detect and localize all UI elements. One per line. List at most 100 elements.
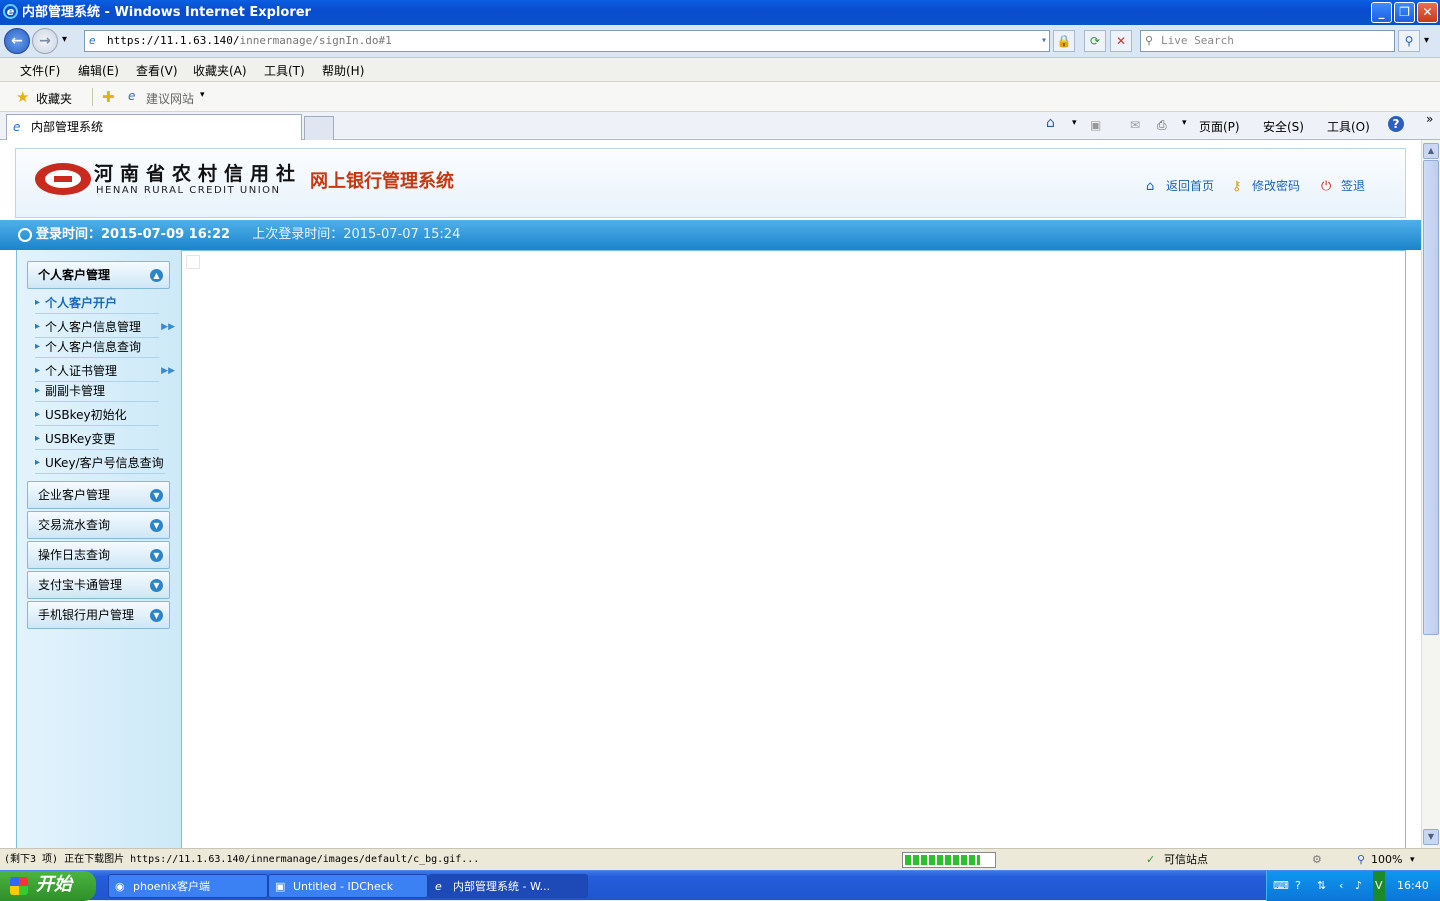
broken-image-icon	[186, 255, 200, 269]
address-dropdown-icon[interactable]: ▾	[1041, 31, 1047, 51]
logout-link[interactable]: ⏻ 签退	[1321, 177, 1365, 194]
taskbar: 开始 ◉ phoenix客户端 ▣ Untitled - IDCheck e 内部管理…	[0, 870, 1440, 901]
download-progress	[902, 852, 996, 868]
tab-active[interactable]: e 内部管理系统	[6, 114, 302, 140]
task-ie[interactable]: e 内部管理系统 - W...	[428, 874, 588, 898]
protected-mode-icon[interactable]: ⚙	[1312, 849, 1322, 871]
menu-favorites[interactable]: 收藏夹(A)	[193, 62, 247, 79]
address-toolbar: ← → ▾ e https://11.1.63.140/innermanage/…	[0, 25, 1440, 58]
sidebar-item-usbkey-change[interactable]: USBKey变更	[35, 430, 159, 450]
favorites-button[interactable]: 收藏夹	[36, 90, 72, 107]
search-input[interactable]: ⚲ Live Search	[1140, 30, 1395, 52]
search-go-button[interactable]: ⚲	[1398, 30, 1420, 52]
windows-flag-icon	[10, 877, 28, 895]
zoom-level[interactable]: 100%	[1371, 849, 1402, 871]
home-link[interactable]: ⌂ 返回首页	[1146, 177, 1214, 194]
divider	[92, 88, 93, 106]
tools-menu[interactable]: 工具(O)	[1327, 118, 1370, 135]
back-button[interactable]: ←	[4, 28, 30, 54]
window-title: 内部管理系统 - Windows Internet Explorer	[22, 5, 311, 20]
sidebar-item-ukey-query[interactable]: UKey/客户号信息查询	[35, 454, 165, 474]
sidebar-item-personal-open[interactable]: 个人客户开户	[35, 294, 159, 314]
key-icon: ⚷	[1232, 179, 1242, 194]
restore-button[interactable]: ❐	[1394, 2, 1415, 23]
sidebar-group-enterprise[interactable]: 企业客户管理 ▼	[27, 481, 170, 509]
sidebar-group-mobile[interactable]: 手机银行用户管理 ▼	[27, 601, 170, 629]
sidebar-group-transactions[interactable]: 交易流水查询 ▼	[27, 511, 170, 539]
ie-icon: e	[435, 880, 442, 893]
menu-tools[interactable]: 工具(T)	[264, 62, 305, 79]
window-title-bar[interactable]: e 内部管理系统 - Windows Internet Explorer _ ❐…	[0, 0, 1440, 25]
help-tray-icon[interactable]: ?	[1295, 871, 1301, 901]
suggested-sites-button[interactable]: 建议网站	[146, 90, 194, 107]
add-favorite-icon[interactable]: ✚	[102, 88, 115, 106]
zoom-dropdown-icon[interactable]: ▾	[1410, 849, 1415, 871]
suggested-dropdown-icon[interactable]: ▾	[200, 90, 205, 100]
close-button[interactable]: ✕	[1417, 2, 1438, 23]
search-options-icon[interactable]: ▾	[1424, 35, 1429, 46]
bank-name-cn: 河南省农村信用社	[94, 163, 303, 185]
scroll-up-icon[interactable]: ▲	[1423, 143, 1439, 159]
sidebar-menu: 个人客户管理▲ 个人客户开户 个人客户信息管理▶▶ 个人客户信息查询 个人证书管…	[16, 250, 182, 848]
menu-help[interactable]: 帮助(H)	[322, 62, 364, 79]
sidebar-item-card-manage[interactable]: 副副卡管理	[35, 382, 159, 402]
speaker-icon[interactable]: ♪	[1355, 871, 1362, 901]
network-icon[interactable]: ⇅	[1317, 871, 1326, 901]
clock[interactable]: 16:40	[1397, 871, 1429, 901]
sidebar-group-oplog[interactable]: 操作日志查询 ▼	[27, 541, 170, 569]
sidebar-item-personal-info-manage[interactable]: 个人客户信息管理▶▶	[35, 318, 175, 338]
home-icon[interactable]: ⌂	[1046, 115, 1055, 131]
header-banner: 河南省农村信用社 HENAN RURAL CREDIT UNION 网上银行管理…	[15, 148, 1406, 218]
mail-icon[interactable]: ✉	[1130, 118, 1140, 132]
stop-button[interactable]: ✕	[1110, 30, 1132, 52]
house-icon: ⌂	[1146, 179, 1155, 194]
task-phoenix[interactable]: ◉ phoenix客户端	[108, 874, 268, 898]
refresh-button[interactable]: ⟳	[1084, 30, 1106, 52]
page-content: 河南省农村信用社 HENAN RURAL CREDIT UNION 网上银行管理…	[0, 140, 1421, 848]
menu-view[interactable]: 查看(V)	[136, 62, 178, 79]
tab-bar: e 内部管理系统 ⌂ ▾ ▣ ✉ ⎙ ▾ 页面(P) 安全(S) 工具(O) ?…	[0, 112, 1440, 140]
chevron-more-icon[interactable]: »	[1426, 112, 1433, 126]
feeds-icon[interactable]: ▣	[1090, 118, 1101, 132]
tray-collapse-icon[interactable]: ‹	[1339, 871, 1343, 901]
sidebar-group-personal[interactable]: 个人客户管理 ▲	[27, 261, 170, 289]
address-input[interactable]: e https://11.1.63.140/innermanage/signIn…	[84, 30, 1050, 52]
history-dropdown-icon[interactable]: ▾	[62, 34, 67, 45]
progress-fill	[905, 855, 980, 865]
task-idcheck[interactable]: ▣ Untitled - IDCheck	[268, 874, 428, 898]
keyboard-icon[interactable]: ⌨	[1273, 871, 1289, 901]
system-title: 网上银行管理系统	[310, 171, 454, 192]
menu-edit[interactable]: 编辑(E)	[78, 62, 119, 79]
forward-button[interactable]: →	[32, 28, 58, 54]
minimize-button[interactable]: _	[1371, 2, 1392, 23]
print-dropdown-icon[interactable]: ▾	[1182, 118, 1187, 128]
scroll-thumb[interactable]	[1423, 160, 1439, 635]
sidebar-item-cert-manage[interactable]: 个人证书管理▶▶	[35, 362, 175, 382]
safety-menu[interactable]: 安全(S)	[1263, 118, 1304, 135]
address-path: innermanage/signIn.do#1	[239, 34, 392, 47]
expand-icon: ▼	[150, 489, 163, 502]
vertical-scrollbar[interactable]: ▲ ▼	[1421, 140, 1440, 848]
menu-file[interactable]: 文件(F)	[20, 62, 60, 79]
address-host: https://11.1.63.140/	[107, 34, 240, 47]
sidebar-item-usbkey-init[interactable]: USBkey初始化	[35, 406, 159, 426]
change-password-link[interactable]: ⚷ 修改密码	[1232, 177, 1300, 194]
search-placeholder: Live Search	[1161, 34, 1234, 47]
antivirus-icon[interactable]: V	[1373, 871, 1385, 901]
scroll-down-icon[interactable]: ▼	[1423, 829, 1439, 845]
favorites-bar: ★ 收藏夹 ✚ e 建议网站 ▾	[0, 82, 1440, 112]
start-button[interactable]: 开始	[0, 871, 96, 901]
home-dropdown-icon[interactable]: ▾	[1072, 118, 1077, 128]
security-zone[interactable]: 可信站点	[1164, 849, 1208, 871]
help-icon[interactable]: ?	[1388, 116, 1404, 132]
page-menu[interactable]: 页面(P)	[1199, 118, 1240, 135]
clock-icon	[18, 228, 32, 242]
lock-icon[interactable]: 🔒	[1053, 30, 1075, 52]
expand-arrow-icon: ▶▶	[161, 366, 175, 376]
zoom-icon: ⚲	[1357, 853, 1366, 866]
print-icon[interactable]: ⎙	[1157, 118, 1167, 133]
new-tab-button[interactable]	[304, 116, 334, 140]
sidebar-item-personal-info-query[interactable]: 个人客户信息查询	[35, 338, 159, 358]
sidebar-group-alipay[interactable]: 支付宝卡通管理 ▼	[27, 571, 170, 599]
system-tray: ⌨ ? ⇅ ‹ ♪ V 16:40	[1266, 871, 1440, 901]
